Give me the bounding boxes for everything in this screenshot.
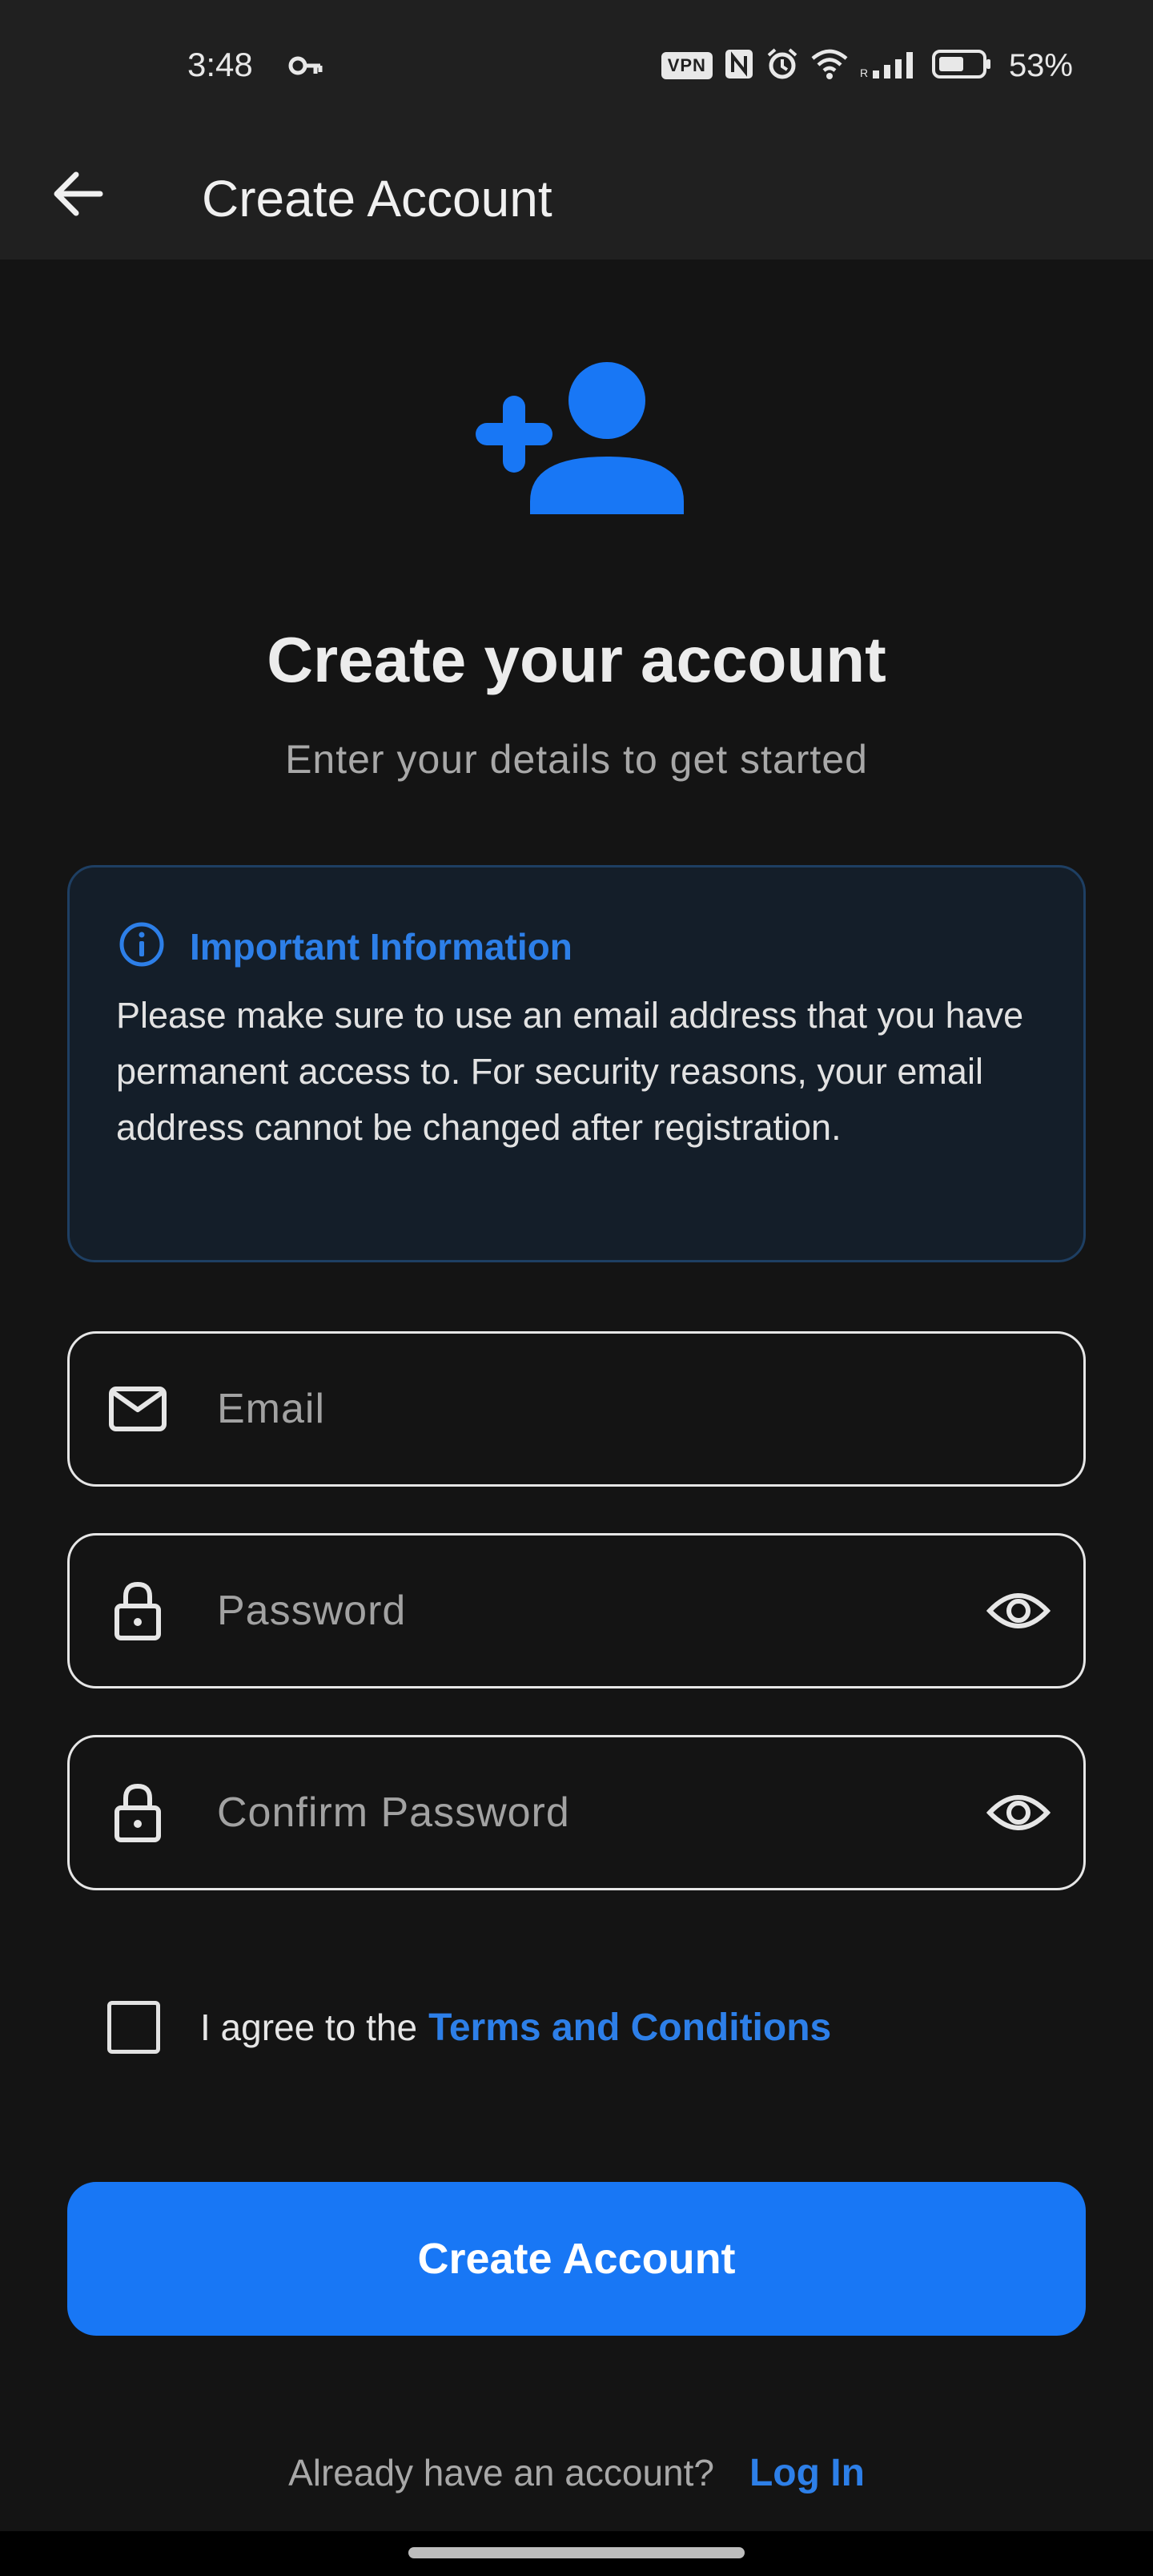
- info-card-body: Please make sure to use an email address…: [116, 995, 1024, 1148]
- terms-row: I agree to the Terms and Conditions: [107, 1998, 831, 2057]
- login-row: Already have an account? Log In: [0, 2445, 1153, 2501]
- confirm-password-field[interactable]: [67, 1735, 1086, 1890]
- signal-icon: R: [860, 48, 921, 84]
- status-bar: 3:48 VPN R 53%: [0, 0, 1153, 131]
- page-heading: Create your account: [267, 624, 886, 695]
- page-subheading: Enter your details to get started: [285, 737, 868, 782]
- nfc-icon: [724, 48, 754, 84]
- lock-icon: [106, 1781, 169, 1844]
- confirm-password-input[interactable]: [215, 1737, 984, 1888]
- email-input[interactable]: [215, 1334, 984, 1484]
- battery-percent: 53%: [1008, 47, 1073, 83]
- terms-checkbox[interactable]: [107, 2001, 160, 2054]
- key-icon: [288, 50, 323, 82]
- back-button[interactable]: [42, 159, 114, 231]
- app-bar-title: Create Account: [202, 170, 552, 227]
- email-field[interactable]: [67, 1331, 1086, 1487]
- eye-icon[interactable]: [982, 1575, 1055, 1647]
- svg-text:R: R: [860, 66, 868, 79]
- arrow-left-icon: [52, 171, 103, 220]
- terms-text: I agree to the: [200, 2006, 418, 2048]
- password-field[interactable]: [67, 1533, 1086, 1688]
- person-add-icon: [469, 359, 685, 519]
- battery-icon: [931, 48, 993, 84]
- info-card: Important Information Please make sure t…: [67, 865, 1086, 1262]
- info-card-header: Important Information: [118, 920, 572, 972]
- wifi-icon: [810, 48, 849, 84]
- login-link[interactable]: Log In: [749, 2451, 865, 2495]
- navigation-bar: [0, 2531, 1153, 2576]
- lock-icon: [106, 1580, 169, 1642]
- eye-icon[interactable]: [982, 1777, 1055, 1849]
- gesture-handle[interactable]: [408, 2547, 745, 2558]
- login-prompt: Already have an account?: [288, 2452, 714, 2493]
- terms-link[interactable]: Terms and Conditions: [428, 2006, 831, 2050]
- vpn-badge: VPN: [661, 52, 713, 79]
- status-time: 3:48: [187, 46, 253, 83]
- create-account-button[interactable]: Create Account: [67, 2182, 1086, 2336]
- password-input[interactable]: [215, 1536, 984, 1686]
- alarm-icon: [765, 47, 799, 85]
- info-card-title: Important Information: [190, 925, 572, 968]
- status-icons: VPN R 53%: [661, 43, 1073, 88]
- mail-icon: [106, 1378, 169, 1440]
- info-icon: [118, 920, 166, 972]
- app-bar: Create Account: [0, 131, 1153, 260]
